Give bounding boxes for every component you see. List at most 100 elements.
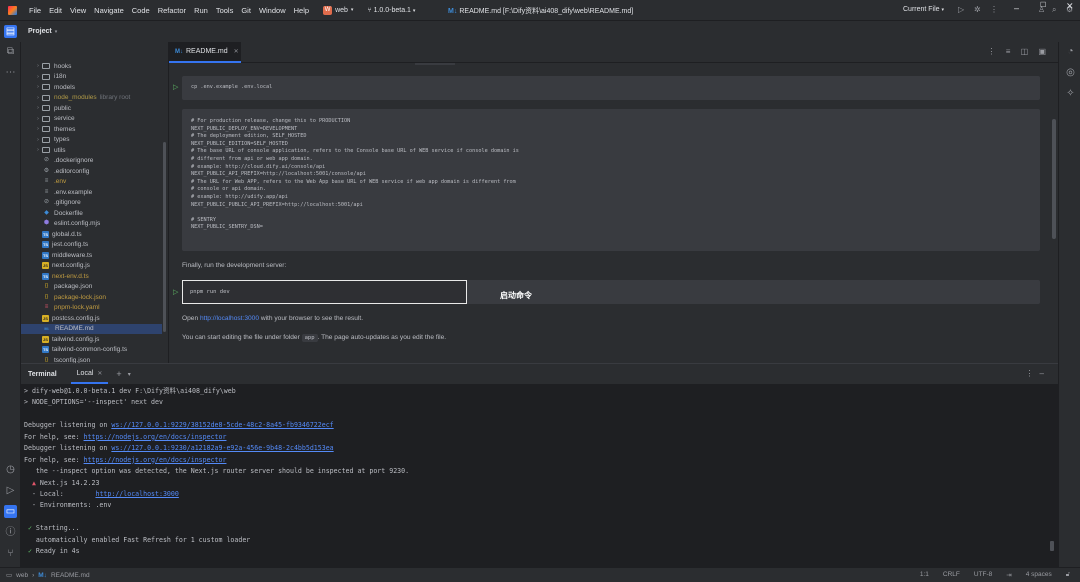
- tree-item[interactable]: › i18n: [21, 72, 162, 83]
- expand-arrow-icon[interactable]: ›: [34, 126, 42, 132]
- terminal-scrollbar[interactable]: [1050, 541, 1054, 551]
- expand-arrow-icon[interactable]: ›: [34, 116, 42, 122]
- tree-item[interactable]: › utils: [21, 145, 162, 156]
- expand-arrow-icon[interactable]: ›: [34, 74, 42, 80]
- menu-item-tools[interactable]: Tools: [212, 6, 238, 15]
- menu-item-run[interactable]: Run: [190, 6, 212, 15]
- run-icon[interactable]: ▷: [958, 5, 964, 14]
- editor-scrollbar[interactable]: [1052, 119, 1056, 239]
- tree-item[interactable]: › service: [21, 114, 162, 125]
- expand-arrow-icon[interactable]: ›: [34, 95, 42, 101]
- more-tools-icon[interactable]: ⋯: [4, 66, 17, 79]
- menu-item-git[interactable]: Git: [237, 6, 255, 15]
- tree-item[interactable]: TS tailwind-common-config.ts: [21, 345, 162, 356]
- minimize-icon[interactable]: –: [1014, 3, 1019, 13]
- menu-item-help[interactable]: Help: [290, 6, 313, 15]
- run-config-selector[interactable]: Current File ▾: [903, 6, 944, 13]
- tree-item[interactable]: › models: [21, 82, 162, 93]
- tree-item[interactable]: ⊘ .gitignore: [21, 198, 162, 209]
- localhost-link[interactable]: http://localhost:3000: [200, 315, 259, 322]
- database-icon[interactable]: ◎: [1064, 66, 1077, 79]
- expand-arrow-icon[interactable]: ›: [34, 84, 42, 90]
- split-view-icon[interactable]: ◫: [1021, 47, 1033, 56]
- debug-icon[interactable]: ✲: [974, 5, 981, 14]
- tree-item[interactable]: TS global.d.ts: [21, 229, 162, 240]
- vcs-branch-selector[interactable]: ⑂ 1.0.0-beta.1 ▾: [367, 7, 415, 14]
- menu-item-file[interactable]: File: [25, 6, 45, 15]
- expand-arrow-icon[interactable]: ›: [34, 105, 42, 111]
- tree-item[interactable]: {} package.json: [21, 282, 162, 293]
- indent-setting[interactable]: 4 spaces: [1026, 571, 1052, 579]
- problems-icon[interactable]: ⓘ: [4, 526, 17, 539]
- terminal-icon[interactable]: ▭: [4, 505, 17, 518]
- git-icon[interactable]: ⑂: [4, 547, 17, 560]
- expand-arrow-icon[interactable]: ›: [34, 147, 42, 153]
- close-icon[interactable]: ✕: [1066, 1, 1074, 12]
- close-tab-icon[interactable]: ✕: [234, 48, 239, 55]
- breadcrumb-project[interactable]: web: [16, 572, 28, 579]
- project-panel-title[interactable]: Project: [28, 28, 52, 35]
- preview-only-icon[interactable]: ▣: [1038, 47, 1050, 56]
- more-options-icon[interactable]: ⋮: [988, 47, 1000, 56]
- tree-item[interactable]: {} tsconfig.json: [21, 355, 162, 363]
- menu-item-view[interactable]: View: [66, 6, 90, 15]
- chevron-down-icon[interactable]: ▾: [128, 371, 131, 378]
- search-icon[interactable]: ⌕: [1052, 5, 1056, 15]
- tree-item[interactable]: TS jest.config.ts: [21, 240, 162, 251]
- lock-icon[interactable]: 🔓︎: [1066, 571, 1070, 579]
- tree-item[interactable]: JS next.config.js: [21, 261, 162, 272]
- terminal-link[interactable]: ws://127.0.0.1:9230/a12182a9-e92a-456e-9…: [111, 444, 333, 452]
- run-gutter-icon[interactable]: ▷: [173, 288, 178, 296]
- tree-item[interactable]: M↓ README.md: [21, 323, 162, 334]
- tab-readme[interactable]: M↓ README.md ✕: [169, 42, 241, 63]
- tree-item[interactable]: JS tailwind.config.js: [21, 334, 162, 345]
- tree-item[interactable]: JS postcss.config.js: [21, 313, 162, 324]
- structure-icon[interactable]: ⧉: [4, 45, 17, 58]
- indent-icon[interactable]: ⇥: [1006, 571, 1011, 579]
- tree-item[interactable]: ≡ .env: [21, 177, 162, 188]
- terminal-link[interactable]: https://nodejs.org/en/docs/inspector: [84, 433, 227, 441]
- tree-item[interactable]: ◆ Dockerfile: [21, 208, 162, 219]
- project-scrollbar[interactable]: [163, 142, 166, 332]
- terminal-output[interactable]: > dify-web@1.0.0-beta.1 dev F:\Dify资料\ai…: [21, 384, 1058, 558]
- close-tab-icon[interactable]: ✕: [97, 370, 102, 377]
- line-separator[interactable]: CRLF: [943, 571, 960, 579]
- terminal-link[interactable]: ws://127.0.0.1:9229/38152de8-5cde-48c2-8…: [111, 421, 333, 429]
- expand-arrow-icon[interactable]: ›: [34, 137, 42, 143]
- breadcrumb-file[interactable]: README.md: [51, 572, 90, 579]
- file-encoding[interactable]: UTF-8: [974, 571, 992, 579]
- menu-item-code[interactable]: Code: [128, 6, 154, 15]
- ai-assistant-icon[interactable]: ✧: [1064, 87, 1077, 100]
- menu-item-refactor[interactable]: Refactor: [154, 6, 190, 15]
- expand-arrow-icon[interactable]: ›: [34, 63, 42, 69]
- terminal-link[interactable]: http://localhost:3000: [95, 490, 178, 498]
- run-tool-icon[interactable]: ▷: [4, 484, 17, 497]
- tree-item[interactable]: › types: [21, 135, 162, 146]
- project-view-icon[interactable]: ▤: [4, 25, 17, 38]
- services-icon[interactable]: ◷: [4, 463, 17, 476]
- tree-item[interactable]: TS middleware.ts: [21, 250, 162, 261]
- run-gutter-icon[interactable]: ▷: [173, 83, 178, 91]
- menu-item-navigate[interactable]: Navigate: [90, 6, 128, 15]
- tree-item[interactable]: {} package-lock.json: [21, 292, 162, 303]
- menu-item-window[interactable]: Window: [255, 6, 290, 15]
- tree-item[interactable]: › public: [21, 103, 162, 114]
- tree-item[interactable]: ≡ .env.example: [21, 187, 162, 198]
- terminal-tab-local[interactable]: Local ✕: [70, 364, 109, 384]
- caret-position[interactable]: 1:1: [920, 571, 929, 579]
- tree-item[interactable]: ≡ pnpm-lock.yaml: [21, 303, 162, 314]
- hide-panel-icon[interactable]: –: [1040, 369, 1050, 378]
- tree-item[interactable]: › hooks: [21, 61, 162, 72]
- tree-item[interactable]: ⊘ .dockerignore: [21, 156, 162, 167]
- more-options-icon[interactable]: ⋮: [1026, 369, 1040, 378]
- new-terminal-icon[interactable]: +: [116, 369, 121, 379]
- tree-item[interactable]: TS next-env.d.ts: [21, 271, 162, 282]
- project-selector[interactable]: W web ▾: [323, 5, 353, 15]
- terminal-link[interactable]: https://nodejs.org/en/docs/inspector: [84, 456, 227, 464]
- maximize-icon[interactable]: ☐: [1040, 1, 1046, 9]
- menu-item-edit[interactable]: Edit: [45, 6, 66, 15]
- tree-item[interactable]: › node_modules library root: [21, 93, 162, 104]
- editor-only-icon[interactable]: ≡: [1006, 47, 1015, 56]
- more-actions-icon[interactable]: ⋮: [990, 5, 998, 14]
- chevron-down-icon[interactable]: ▾: [55, 29, 58, 35]
